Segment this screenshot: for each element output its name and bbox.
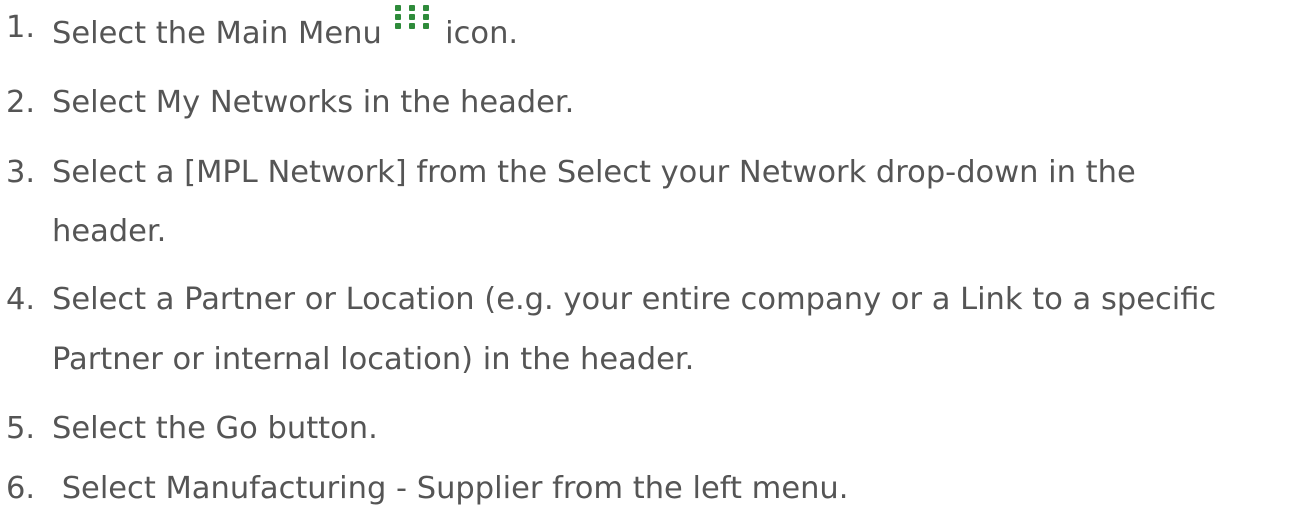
step-text: Select My Networks in the header. xyxy=(52,85,575,120)
step-number: 6. xyxy=(6,471,36,506)
step-number: 3. xyxy=(6,155,36,190)
step-text-continuation: header. xyxy=(52,214,167,249)
step-text-continuation: Partner or internal location) in the hea… xyxy=(52,342,695,377)
main-menu-grid-icon xyxy=(395,5,430,29)
list-item: 3. Select a [MPL Network] from the Selec… xyxy=(6,150,1136,195)
step-text-after-icon: icon. xyxy=(435,16,519,51)
list-item: 4. Select a Partner or Location (e.g. yo… xyxy=(6,277,1216,322)
list-item: 1. Select the Main Menu icon. xyxy=(6,5,518,56)
step-number: 5. xyxy=(6,411,36,446)
step-number: 2. xyxy=(6,85,36,120)
step-text: Select a [MPL Network] from the Select y… xyxy=(52,155,1136,190)
step-text: Select the Go button. xyxy=(52,411,378,446)
step-text: Select Manufacturing - Supplier from the… xyxy=(52,471,849,506)
step-number: 4. xyxy=(6,282,36,317)
step-text-before-icon: Select the Main Menu xyxy=(52,16,392,51)
list-item: 5. Select the Go button. xyxy=(6,406,378,451)
list-item: 6. Select Manufacturing - Supplier from … xyxy=(6,466,848,511)
list-item: 2. Select My Networks in the header. xyxy=(6,80,574,125)
step-text: Select a Partner or Location (e.g. your … xyxy=(52,282,1217,317)
step-text: Select the Main Menu icon. xyxy=(52,5,518,56)
step-number: 1. xyxy=(6,10,36,45)
